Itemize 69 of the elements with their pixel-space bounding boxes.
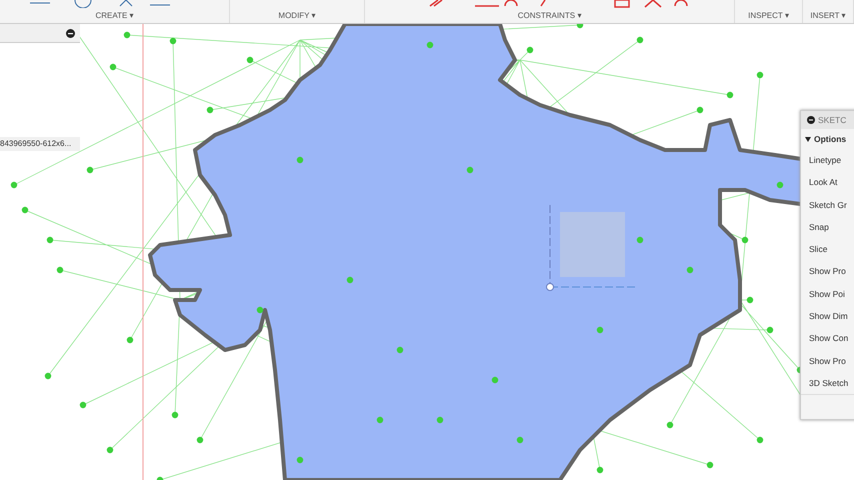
selection-rectangle — [560, 212, 625, 277]
origin-axes-icon — [546, 204, 636, 291]
sketch-point — [22, 206, 28, 214]
sketch-point — [436, 416, 444, 424]
sketch-point — [466, 166, 474, 174]
sketch-point — [196, 436, 204, 444]
sketch-point — [346, 276, 354, 284]
palette-option[interactable]: Show Con — [801, 327, 854, 350]
sketch-point — [596, 326, 604, 334]
sketch-point — [124, 32, 130, 38]
palette-option[interactable]: Show Pro — [801, 350, 854, 372]
sketch-point — [766, 326, 774, 334]
sketch-point — [172, 412, 178, 418]
toolbar-group-button[interactable]: CONSTRAINTS ▾ — [518, 11, 582, 23]
sketch-point — [80, 402, 86, 408]
sketch-point — [110, 64, 116, 70]
toolbar-group-button[interactable]: INSERT ▾ — [810, 11, 846, 23]
sketch-point — [756, 436, 764, 444]
sketch-point — [596, 466, 604, 474]
sketch-point — [126, 336, 134, 344]
palette-option[interactable]: Linetype — [801, 149, 854, 172]
sketch-point — [86, 166, 94, 174]
sketch-point — [636, 236, 644, 244]
palette-option[interactable]: Look At — [801, 171, 854, 194]
sketch-point — [706, 462, 714, 468]
sketch-point — [576, 24, 584, 28]
palette-option[interactable]: Sketch Gr — [801, 194, 854, 216]
collapse-icon[interactable] — [66, 29, 75, 38]
sketch-point — [756, 72, 764, 78]
collapse-icon[interactable] — [807, 116, 815, 124]
sketch-point — [376, 416, 384, 424]
sketch-point — [666, 422, 674, 428]
sketch-point — [526, 46, 534, 54]
sketch-point — [170, 38, 176, 44]
palette-option[interactable]: Show Dim — [801, 305, 854, 328]
sketch-point — [696, 106, 704, 114]
toolbar-group-button[interactable]: INSPECT ▾ — [748, 11, 789, 23]
canvas-label[interactable]: 843969550-612x6... — [0, 137, 80, 151]
sketch-point — [46, 236, 54, 244]
sketch-point — [742, 236, 748, 244]
sketch-point — [746, 296, 754, 304]
sketch-point — [396, 346, 404, 354]
palette-option[interactable]: 3D Sketch — [801, 372, 854, 394]
palette-option[interactable]: Snap — [801, 216, 854, 238]
sketch-point — [296, 156, 304, 164]
sketch-point — [10, 182, 18, 188]
sketch-point — [636, 36, 644, 44]
sketch-point — [246, 56, 254, 64]
sketch-point — [492, 376, 498, 384]
sketch-point — [426, 42, 434, 48]
toolbar-group-button[interactable]: MODIFY ▾ — [278, 11, 316, 23]
palette-option[interactable]: Show Poi — [801, 282, 854, 306]
toolbar-group-button[interactable]: CREATE ▾ — [95, 11, 134, 23]
expand-triangle-icon[interactable] — [805, 136, 811, 142]
sketch-point — [776, 182, 784, 188]
options-section-header[interactable]: Options — [801, 129, 854, 149]
sketch-point — [56, 266, 64, 274]
palette-title: SKETC — [818, 115, 846, 125]
sketch-point — [156, 476, 164, 480]
sketch-point — [296, 456, 304, 464]
sketch-point — [686, 266, 694, 274]
palette-option[interactable]: Slice — [801, 238, 854, 260]
sketch-point — [44, 372, 52, 380]
sketch-point — [726, 92, 734, 98]
sketch-point — [106, 446, 114, 454]
sketch-point — [206, 106, 214, 114]
sketch-point — [256, 306, 264, 314]
palette-option[interactable]: Show Pro — [801, 260, 854, 283]
sketch-point — [516, 436, 524, 444]
